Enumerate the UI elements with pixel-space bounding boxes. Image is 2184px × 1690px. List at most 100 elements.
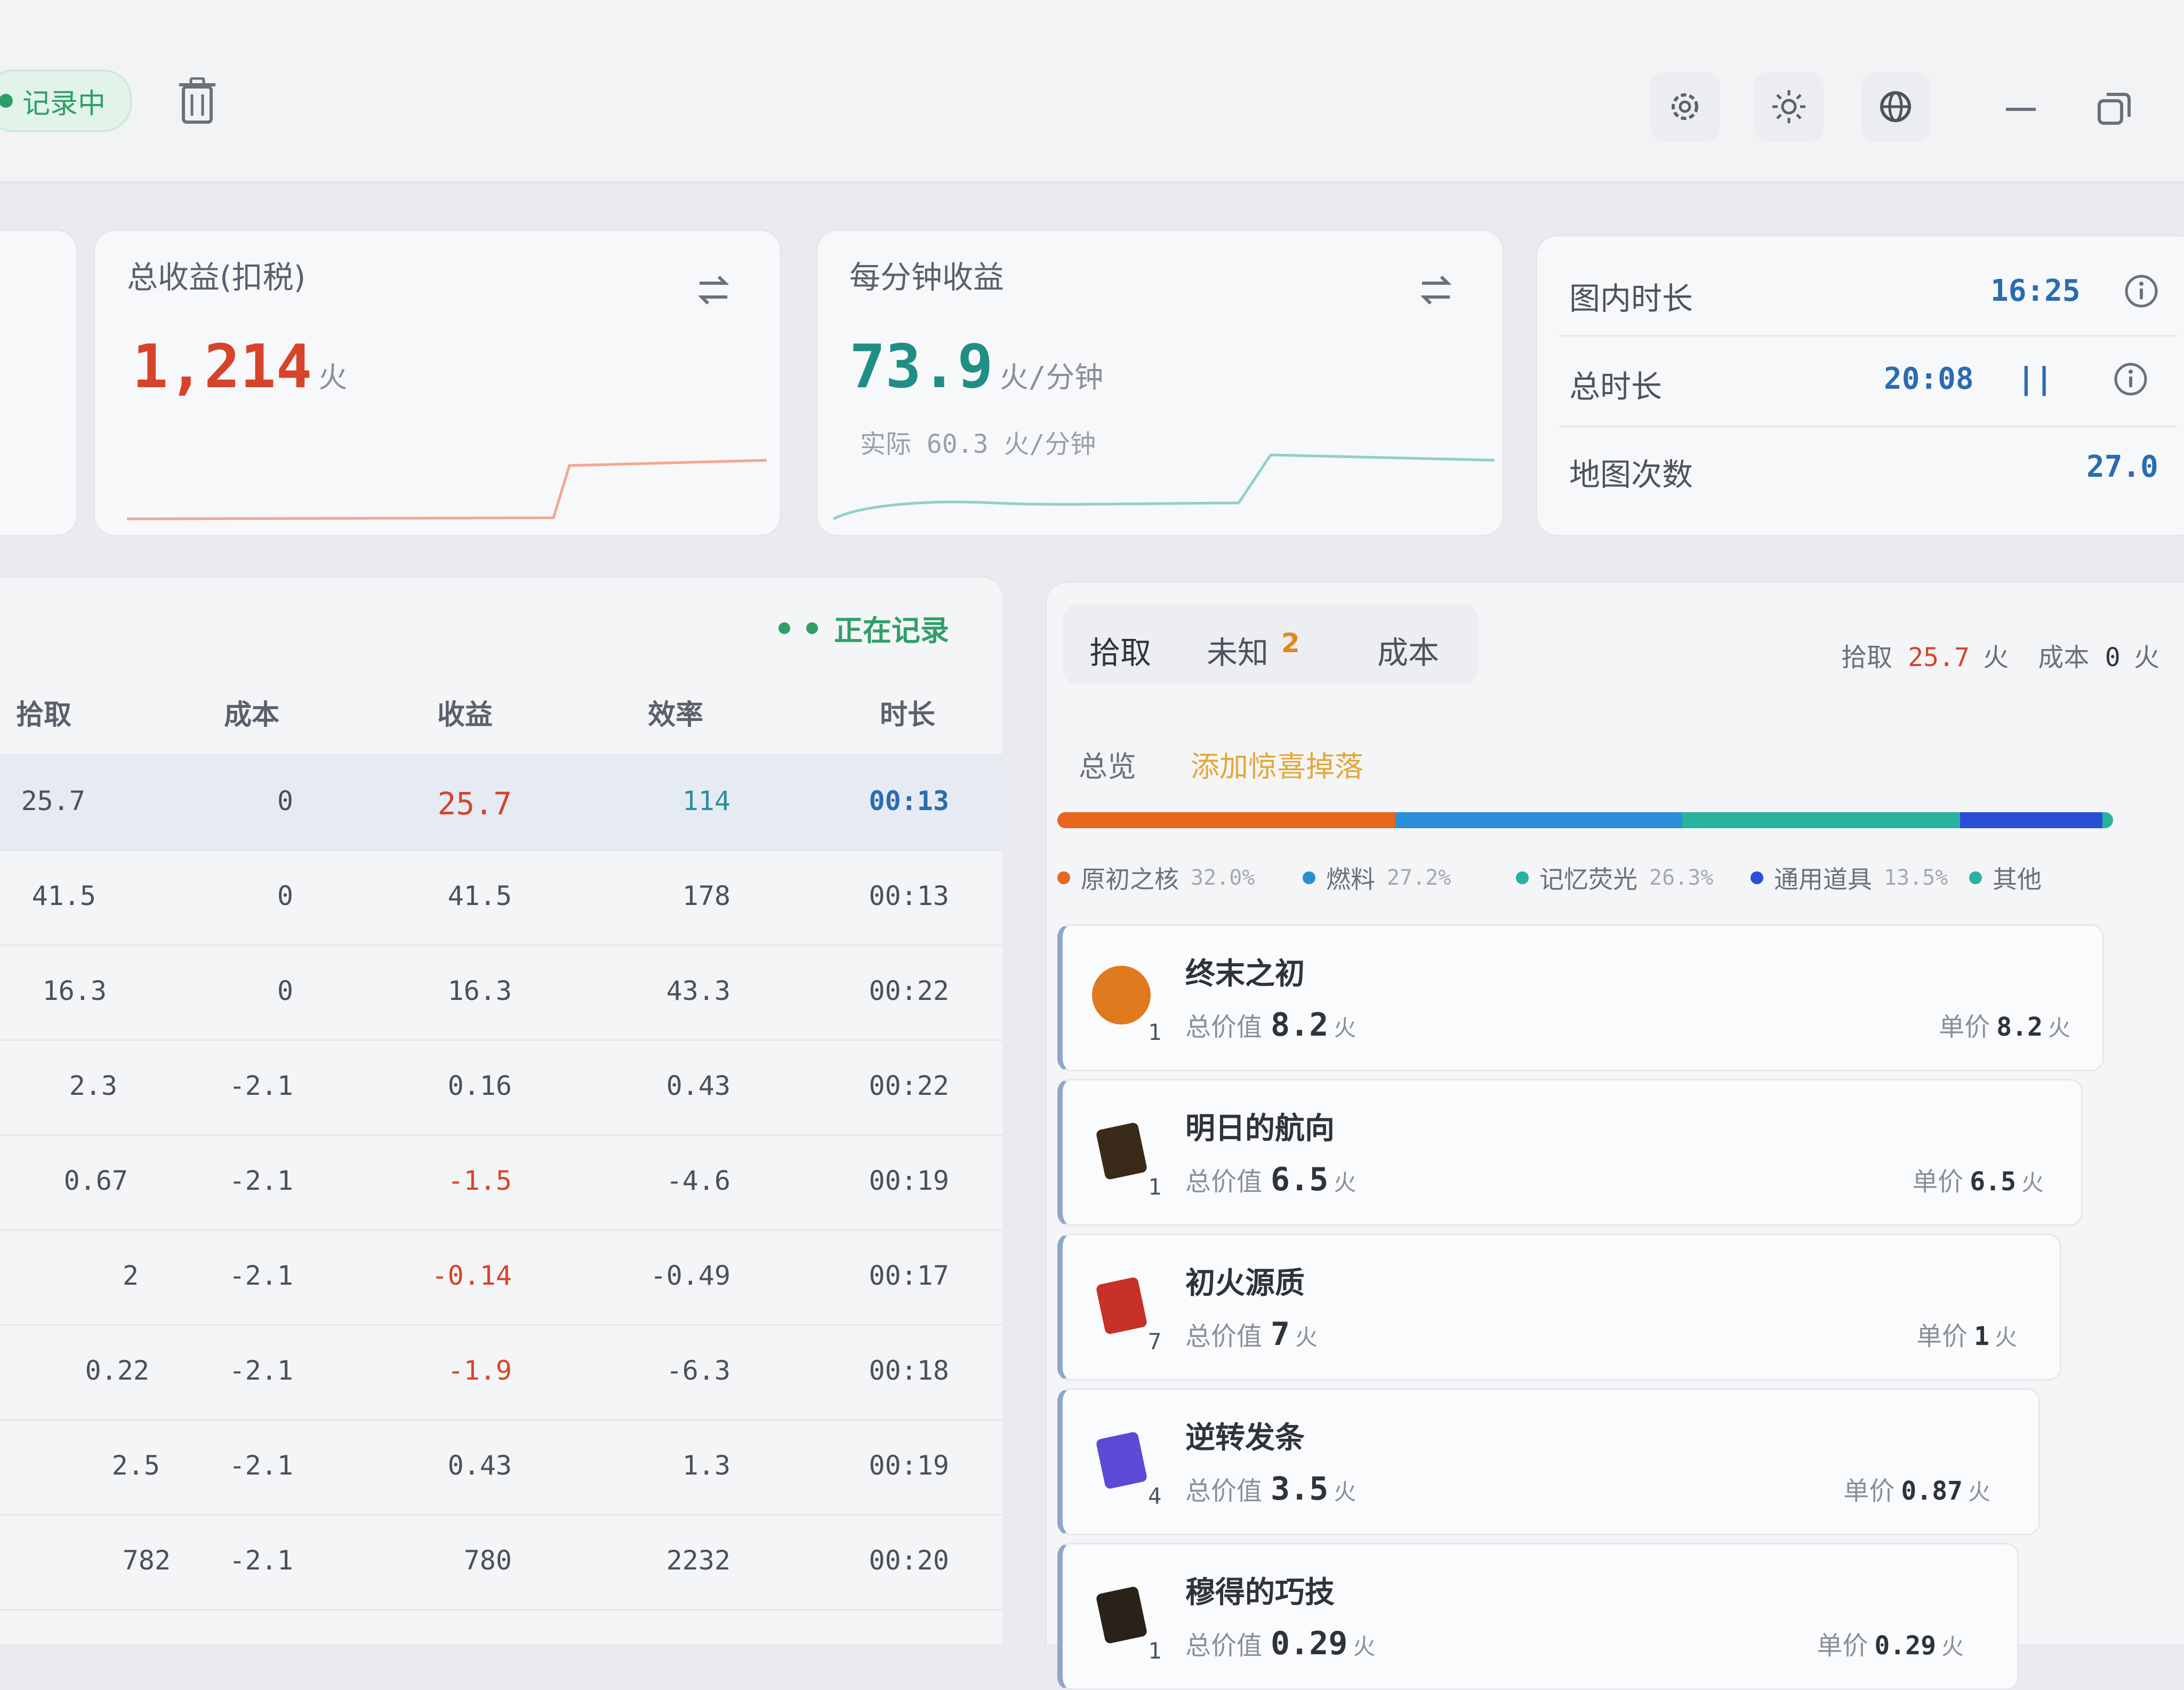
cell-duration: 00:13	[869, 880, 949, 911]
per-minute-card: 每分钟收益 73.9 火/分钟 实际 60.3 火/分钟	[816, 229, 1504, 536]
table-row[interactable]: 2.5 -2.1 0.43 1.3 00:19	[0, 1418, 1002, 1516]
status-dot	[778, 622, 790, 634]
item-unit-label: 单价	[1916, 1321, 1968, 1351]
item-total-currency: 火	[1353, 1633, 1376, 1660]
table-row[interactable]: 2 -2.1 -0.14 -0.49 00:17	[0, 1228, 1002, 1326]
item-quantity: 7	[1148, 1328, 1162, 1355]
cell-cost: -2.1	[229, 1355, 293, 1386]
item-unit-currency: 火	[1968, 1479, 1990, 1505]
column-header-pickup[interactable]: 拾取	[16, 692, 71, 732]
legend-percent: 26.3%	[1649, 866, 1714, 890]
item-total-currency: 火	[1334, 1015, 1356, 1041]
total-profit-number: 1,214	[132, 332, 312, 402]
item-total-value: 0.29	[1271, 1625, 1348, 1662]
detail-summary: 拾取 25.7 火 成本 0 火	[1841, 636, 2159, 674]
trash-icon[interactable]	[176, 77, 219, 125]
item-unit-price: 单价 6.5 火	[1912, 1160, 2044, 1198]
cell-duration: 00:20	[869, 1545, 949, 1576]
swap-icon[interactable]	[692, 268, 735, 311]
per-minute-number: 73.9	[849, 332, 993, 402]
cell-duration: 00:13	[869, 786, 949, 816]
table-row[interactable]: 25.7 0 25.7 114 00:13	[0, 754, 1002, 851]
item-total: 总价值 7 火	[1185, 1315, 1318, 1353]
pause-button[interactable]: ||	[2017, 362, 2053, 396]
summary-pickup-unit: 火	[1983, 643, 2009, 672]
cell-rate: -4.6	[666, 1165, 730, 1196]
item-total: 总价值 0.29 火	[1185, 1624, 1376, 1662]
tab-pickup[interactable]: 拾取	[1089, 628, 1151, 672]
column-header-rate[interactable]: 效率	[648, 692, 703, 732]
summary-cost-unit: 火	[2133, 643, 2159, 672]
per-minute-sparkline	[833, 453, 1495, 520]
cell-profit: -1.9	[447, 1355, 512, 1386]
total-profit-label: 总收益(扣税)	[127, 259, 306, 295]
item-card[interactable]: 4 逆转发条 总价值 3.5 火单价 0.87 火	[1057, 1388, 2040, 1535]
restore-button[interactable]	[2090, 85, 2138, 133]
item-unit-value: 0.29	[1874, 1631, 1936, 1661]
cell-profit: 780	[463, 1545, 512, 1576]
partial-card	[0, 229, 78, 536]
total-profit-sparkline	[127, 459, 767, 520]
item-total: 总价值 8.2 火	[1185, 1006, 1356, 1044]
language-button[interactable]	[1861, 72, 1930, 141]
item-icon	[1096, 1277, 1147, 1334]
subtab-add-drop[interactable]: 添加惊喜掉落	[1191, 743, 1363, 785]
table-row[interactable]: 16.3 0 16.3 43.3 00:22	[0, 943, 1002, 1041]
info-icon[interactable]	[2113, 362, 2148, 397]
item-total-currency: 火	[1334, 1479, 1356, 1505]
total-profit-value: 1,214 火	[132, 332, 347, 402]
cell-rate: 2232	[666, 1545, 730, 1576]
cell-pickup: 0.22	[85, 1355, 149, 1386]
table-row[interactable]: 41.5 0 41.5 178 00:13	[0, 848, 1002, 946]
recording-toggle[interactable]: 记录中	[0, 69, 132, 132]
legend-name: 原初之核	[1081, 865, 1179, 894]
table-row[interactable]: 0.67 -2.1 -1.5 -4.6 00:19	[0, 1133, 1002, 1231]
item-card[interactable]: 1 终末之初 总价值 8.2 火单价 8.2 火	[1057, 924, 2104, 1071]
map-time-value: 16:25	[1990, 274, 2081, 308]
cell-profit: 16.3	[447, 975, 512, 1006]
info-icon[interactable]	[2124, 274, 2159, 309]
cell-pickup: 2	[122, 1260, 139, 1291]
swap-icon[interactable]	[1415, 268, 1457, 311]
tab-cost[interactable]: 成本	[1377, 628, 1439, 672]
table-row[interactable]: 2.3 -2.1 0.16 0.43 00:22	[0, 1038, 1002, 1136]
column-header-cost[interactable]: 成本	[224, 692, 279, 732]
column-header-duration[interactable]: 时长	[880, 692, 935, 732]
category-share-bar	[1057, 812, 2113, 828]
item-quantity: 1	[1148, 1174, 1162, 1200]
item-card[interactable]: 1 穆得的巧技 总价值 0.29 火单价 0.29 火	[1057, 1543, 2019, 1690]
theme-button[interactable]	[1754, 72, 1824, 141]
cell-rate: 178	[682, 880, 730, 911]
legend-item: 燃料 27.2%	[1303, 860, 1451, 895]
cell-rate: 114	[682, 786, 730, 816]
cell-cost: -2.1	[229, 1260, 293, 1291]
item-total-label: 总价值	[1185, 1321, 1263, 1351]
table-row[interactable]: 0.22 -2.1 -1.9 -6.3 00:18	[0, 1323, 1002, 1421]
item-total-label: 总价值	[1185, 1631, 1263, 1661]
item-name: 逆转发条	[1185, 1421, 1305, 1455]
settings-button[interactable]	[1650, 72, 1720, 141]
cell-cost: 0	[277, 880, 293, 911]
subtab-overview[interactable]: 总览	[1079, 743, 1136, 785]
legend-name: 其他	[1993, 865, 2042, 894]
globe-icon	[1880, 91, 1911, 122]
map-count-value: 27.0	[2086, 450, 2158, 484]
cell-rate: -0.49	[650, 1260, 730, 1291]
category-segment	[2102, 812, 2113, 828]
item-card[interactable]: 1 明日的航向 总价值 6.5 火单价 6.5 火	[1057, 1079, 2083, 1226]
total-profit-unit: 火	[318, 361, 348, 394]
category-segment	[1960, 812, 2103, 828]
item-total-currency: 火	[1334, 1170, 1356, 1196]
minimize-button[interactable]	[1997, 85, 2045, 133]
item-unit-currency: 火	[2021, 1170, 2044, 1196]
runs-table-panel: 正在记录 拾取 成本 收益 效率 时长 25.7 0 25.7 114 00:13 41.…	[0, 576, 1002, 1644]
item-icon	[1096, 1123, 1147, 1180]
column-header-profit[interactable]: 收益	[437, 692, 493, 732]
category-segment	[1057, 812, 1395, 828]
item-name: 穆得的巧技	[1185, 1575, 1335, 1610]
item-name: 初火源质	[1185, 1266, 1305, 1301]
item-card[interactable]: 7 初火源质 总价值 7 火单价 1 火	[1057, 1234, 2061, 1381]
tab-unknown[interactable]: 未知	[1207, 628, 1268, 672]
total-time-row: 总时长 20:08 ||	[1537, 335, 2184, 415]
table-row[interactable]: 782 -2.1 780 2232 00:20	[0, 1513, 1002, 1611]
